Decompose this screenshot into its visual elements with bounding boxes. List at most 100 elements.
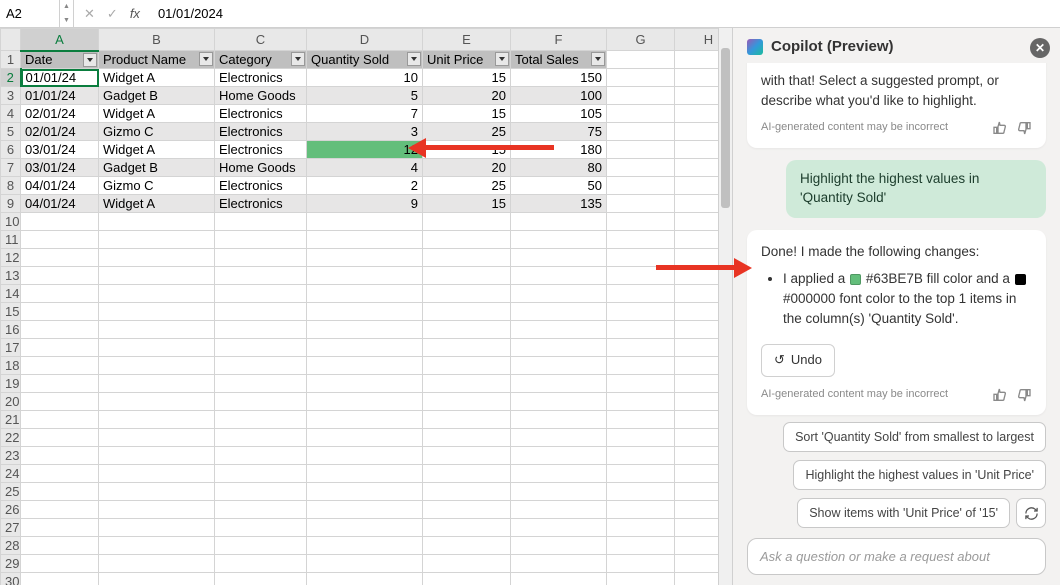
column-header[interactable]: G: [607, 29, 675, 51]
cell[interactable]: [607, 573, 675, 585]
cell[interactable]: [99, 411, 215, 429]
cell[interactable]: [607, 213, 675, 231]
cell[interactable]: [607, 285, 675, 303]
row-header[interactable]: 19: [1, 375, 21, 393]
cell[interactable]: [21, 447, 99, 465]
cell[interactable]: [511, 375, 607, 393]
cell[interactable]: [21, 483, 99, 501]
cell[interactable]: [21, 429, 99, 447]
cell[interactable]: [215, 447, 307, 465]
cell[interactable]: [307, 339, 423, 357]
cell[interactable]: [607, 195, 675, 213]
cell[interactable]: [423, 519, 511, 537]
cell[interactable]: [423, 357, 511, 375]
cell[interactable]: 5: [307, 87, 423, 105]
cell[interactable]: 7: [307, 105, 423, 123]
cell[interactable]: [511, 537, 607, 555]
cell[interactable]: [307, 411, 423, 429]
copilot-input[interactable]: Ask a question or make a request about: [747, 538, 1046, 575]
select-all-corner[interactable]: [1, 29, 21, 51]
column-header[interactable]: F: [511, 29, 607, 51]
cell[interactable]: [423, 501, 511, 519]
column-header[interactable]: C: [215, 29, 307, 51]
cell[interactable]: [511, 447, 607, 465]
table-header-cell[interactable]: Date: [21, 51, 99, 69]
spinner-down-icon[interactable]: ▼: [60, 14, 73, 28]
cell[interactable]: [307, 285, 423, 303]
cell[interactable]: 25: [423, 177, 511, 195]
cell[interactable]: [307, 303, 423, 321]
cell[interactable]: 25: [423, 123, 511, 141]
cell[interactable]: [99, 375, 215, 393]
suggestion-chip[interactable]: Highlight the highest values in 'Unit Pr…: [793, 460, 1046, 490]
row-header[interactable]: 18: [1, 357, 21, 375]
cell[interactable]: [511, 501, 607, 519]
refresh-suggestions-button[interactable]: [1016, 498, 1046, 528]
cell[interactable]: [99, 393, 215, 411]
cell[interactable]: [607, 519, 675, 537]
cell[interactable]: 01/01/24: [21, 69, 99, 87]
cell[interactable]: [607, 555, 675, 573]
row-header[interactable]: 6: [1, 141, 21, 159]
cell[interactable]: Widget A: [99, 69, 215, 87]
cell[interactable]: 180: [511, 141, 607, 159]
cell[interactable]: [511, 519, 607, 537]
cell[interactable]: [307, 249, 423, 267]
cell[interactable]: [21, 393, 99, 411]
cell[interactable]: [607, 537, 675, 555]
cell[interactable]: [21, 519, 99, 537]
row-header[interactable]: 4: [1, 105, 21, 123]
row-header[interactable]: 21: [1, 411, 21, 429]
cell[interactable]: Home Goods: [215, 87, 307, 105]
cell[interactable]: [607, 69, 675, 87]
cell[interactable]: Electronics: [215, 69, 307, 87]
cell[interactable]: 105: [511, 105, 607, 123]
cell[interactable]: 135: [511, 195, 607, 213]
thumbs-up-icon[interactable]: [992, 120, 1008, 136]
row-header[interactable]: 8: [1, 177, 21, 195]
cell[interactable]: [307, 573, 423, 585]
formula-input[interactable]: 01/01/2024: [150, 6, 223, 21]
cell[interactable]: Gadget B: [99, 159, 215, 177]
cell[interactable]: [423, 339, 511, 357]
cell[interactable]: [607, 393, 675, 411]
spinner-up-icon[interactable]: ▲: [60, 0, 73, 14]
cell[interactable]: [511, 429, 607, 447]
cell[interactable]: [99, 285, 215, 303]
cell[interactable]: [307, 537, 423, 555]
cell[interactable]: [215, 429, 307, 447]
row-header[interactable]: 15: [1, 303, 21, 321]
thumbs-down-icon[interactable]: [1016, 120, 1032, 136]
cell[interactable]: [607, 375, 675, 393]
cell[interactable]: 12: [307, 141, 423, 159]
row-header[interactable]: 11: [1, 231, 21, 249]
cell[interactable]: [423, 303, 511, 321]
undo-button[interactable]: ↻ Undo: [761, 344, 835, 377]
cancel-icon[interactable]: ✕: [84, 6, 95, 22]
cell[interactable]: [607, 411, 675, 429]
cell[interactable]: [423, 465, 511, 483]
cell[interactable]: [307, 393, 423, 411]
row-header[interactable]: 27: [1, 519, 21, 537]
vertical-scrollbar[interactable]: [718, 28, 732, 585]
cell[interactable]: [607, 267, 675, 285]
cell[interactable]: [21, 555, 99, 573]
cell[interactable]: [307, 447, 423, 465]
table-header-cell[interactable]: Product Name: [99, 51, 215, 69]
cell[interactable]: [21, 411, 99, 429]
cell[interactable]: [307, 555, 423, 573]
row-header[interactable]: 22: [1, 429, 21, 447]
cell[interactable]: 80: [511, 159, 607, 177]
cell[interactable]: [423, 537, 511, 555]
cell[interactable]: [99, 483, 215, 501]
suggestion-chip[interactable]: Sort 'Quantity Sold' from smallest to la…: [783, 422, 1046, 452]
cell[interactable]: Widget A: [99, 141, 215, 159]
cell[interactable]: 10: [307, 69, 423, 87]
cell[interactable]: [215, 357, 307, 375]
cell[interactable]: [607, 321, 675, 339]
filter-dropdown-icon[interactable]: [495, 52, 509, 66]
cell[interactable]: 2: [307, 177, 423, 195]
cell[interactable]: 20: [423, 159, 511, 177]
row-header[interactable]: 23: [1, 447, 21, 465]
cell[interactable]: 20: [423, 87, 511, 105]
